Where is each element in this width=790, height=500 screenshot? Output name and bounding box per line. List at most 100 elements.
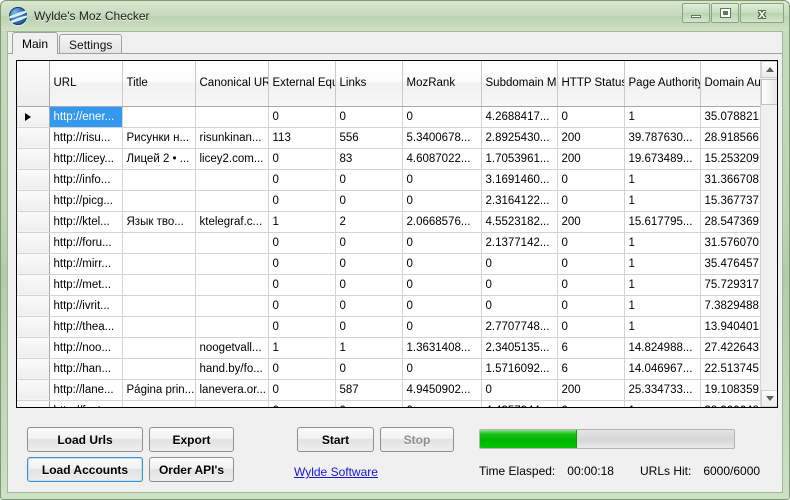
cell-external-equity-links[interactable]: 0: [268, 379, 336, 401]
cell-title[interactable]: Рисунки н...: [122, 127, 196, 149]
cell-mozrank[interactable]: 0: [402, 190, 482, 212]
order-apis-button[interactable]: Order API's: [149, 457, 234, 482]
cell-http-status-code[interactable]: 0: [557, 274, 625, 296]
cell-domain-authority[interactable]: 7.3829488...: [700, 295, 760, 317]
row-selector-cell[interactable]: [17, 148, 50, 170]
cell-subdomain-mozrank[interactable]: 3.1691460...: [481, 169, 558, 191]
cell-url[interactable]: http://risu...: [49, 127, 123, 149]
start-button[interactable]: Start: [297, 427, 374, 452]
cell-domain-authority[interactable]: 22.513745...: [700, 358, 760, 380]
cell-domain-authority[interactable]: 75.729317...: [700, 274, 760, 296]
cell-mozrank[interactable]: 0: [402, 274, 482, 296]
table-row[interactable]: http://lane... Página prin... lanevera.or.…: [17, 379, 760, 401]
scrollbar-thumb[interactable]: [761, 79, 777, 105]
row-selector-cell[interactable]: [17, 106, 50, 128]
cell-canonical-url[interactable]: [195, 169, 269, 191]
cell-subdomain-mozrank[interactable]: 2.3405135...: [481, 337, 558, 359]
cell-title[interactable]: [122, 316, 196, 338]
cell-external-equity-links[interactable]: 0: [268, 400, 336, 407]
cell-external-equity-links[interactable]: 0: [268, 190, 336, 212]
cell-canonical-url[interactable]: licey2.com...: [195, 148, 269, 170]
cell-mozrank[interactable]: 5.3400678...: [402, 127, 482, 149]
table-row[interactable]: http://risu... Рисунки н... risunkinan... 1…: [17, 127, 760, 149]
cell-canonical-url[interactable]: noogetvall...: [195, 337, 269, 359]
cell-page-authority[interactable]: 1: [624, 232, 701, 254]
cell-links[interactable]: 587: [335, 379, 403, 401]
row-selector-cell[interactable]: [17, 337, 50, 359]
cell-subdomain-mozrank[interactable]: 4.5523182...: [481, 211, 558, 233]
cell-domain-authority[interactable]: 31.576070...: [700, 232, 760, 254]
row-selector-cell[interactable]: [17, 190, 50, 212]
cell-subdomain-mozrank[interactable]: 0: [481, 295, 558, 317]
cell-mozrank[interactable]: 0: [402, 106, 482, 128]
cell-external-equity-links[interactable]: 0: [268, 274, 336, 296]
cell-canonical-url[interactable]: ktelegraf.c...: [195, 211, 269, 233]
row-selector-cell[interactable]: [17, 316, 50, 338]
scroll-down-button[interactable]: [761, 390, 777, 407]
tab-main[interactable]: Main: [12, 32, 59, 55]
table-row[interactable]: http://ivrit...0000017.3829488...: [17, 295, 760, 317]
cell-links[interactable]: 0: [335, 316, 403, 338]
cell-page-authority[interactable]: 19.673489...: [624, 148, 701, 170]
cell-canonical-url[interactable]: risunkinan...: [195, 127, 269, 149]
cell-http-status-code[interactable]: 0: [557, 316, 625, 338]
table-row[interactable]: http://ktel... Язык тво... ktelegraf.c... 1…: [17, 211, 760, 233]
cell-http-status-code[interactable]: 0: [557, 169, 625, 191]
cell-http-status-code[interactable]: 0: [557, 232, 625, 254]
cell-page-authority[interactable]: 14.824988...: [624, 337, 701, 359]
row-selector-cell[interactable]: [17, 211, 50, 233]
tab-settings[interactable]: Settings: [59, 34, 123, 54]
cell-title[interactable]: Лицей 2 • ...: [122, 148, 196, 170]
cell-subdomain-mozrank[interactable]: 2.1377142...: [481, 232, 558, 254]
cell-links[interactable]: 2: [335, 211, 403, 233]
cell-mozrank[interactable]: 0: [402, 295, 482, 317]
cell-links[interactable]: 0: [335, 169, 403, 191]
row-selector-cell[interactable]: [17, 358, 50, 380]
cell-url[interactable]: http://ivrit...: [49, 295, 123, 317]
cell-http-status-code[interactable]: 200: [557, 211, 625, 233]
cell-links[interactable]: 556: [335, 127, 403, 149]
cell-page-authority[interactable]: 15.617795...: [624, 211, 701, 233]
cell-page-authority[interactable]: 25.334733...: [624, 379, 701, 401]
row-selector-cell[interactable]: [17, 127, 50, 149]
cell-page-authority[interactable]: 1: [624, 106, 701, 128]
column-header-mozrank[interactable]: MozRank: [402, 61, 482, 107]
cell-url[interactable]: http://licey...: [49, 148, 123, 170]
cell-links[interactable]: 0: [335, 232, 403, 254]
table-row[interactable]: http://fast...0004.4357944...0138.900648…: [17, 400, 760, 407]
data-grid[interactable]: URL Title Canonical URL External Equity …: [16, 60, 778, 408]
cell-subdomain-mozrank[interactable]: 2.7707748...: [481, 316, 558, 338]
table-row[interactable]: http://met...00000175.729317...: [17, 274, 760, 296]
cell-canonical-url[interactable]: [195, 253, 269, 275]
cell-external-equity-links[interactable]: 0: [268, 358, 336, 380]
column-header-http-status-code[interactable]: HTTP Status Code: [557, 61, 625, 107]
cell-url[interactable]: http://met...: [49, 274, 123, 296]
cell-mozrank[interactable]: 4.9450902...: [402, 379, 482, 401]
cell-http-status-code[interactable]: 6: [557, 337, 625, 359]
cell-external-equity-links[interactable]: 1: [268, 337, 336, 359]
cell-url[interactable]: http://picg...: [49, 190, 123, 212]
cell-external-equity-links[interactable]: 1: [268, 211, 336, 233]
cell-external-equity-links[interactable]: 113: [268, 127, 336, 149]
table-row[interactable]: http://thea... 0 0 0 2.7707748... 0 1 13.940401…: [17, 316, 760, 338]
cell-external-equity-links[interactable]: 0: [268, 148, 336, 170]
minimize-button[interactable]: [682, 3, 710, 23]
cell-external-equity-links[interactable]: 0: [268, 106, 336, 128]
cell-url[interactable]: http://fast...: [49, 400, 123, 407]
cell-subdomain-mozrank[interactable]: 2.8925430...: [481, 127, 558, 149]
cell-mozrank[interactable]: 0: [402, 232, 482, 254]
column-header-title[interactable]: Title: [122, 61, 196, 107]
cell-mozrank[interactable]: 0: [402, 358, 482, 380]
cell-page-authority[interactable]: 1: [624, 274, 701, 296]
cell-canonical-url[interactable]: [195, 106, 269, 128]
row-selector-cell[interactable]: [17, 232, 50, 254]
cell-url[interactable]: http://info...: [49, 169, 123, 191]
cell-external-equity-links[interactable]: 0: [268, 169, 336, 191]
cell-links[interactable]: 1: [335, 337, 403, 359]
cell-http-status-code[interactable]: 0: [557, 253, 625, 275]
cell-canonical-url[interactable]: hand.by/fo...: [195, 358, 269, 380]
cell-http-status-code[interactable]: 0: [557, 106, 625, 128]
cell-domain-authority[interactable]: 28.547369...: [700, 211, 760, 233]
cell-http-status-code[interactable]: 0: [557, 190, 625, 212]
cell-page-authority[interactable]: 14.046967...: [624, 358, 701, 380]
